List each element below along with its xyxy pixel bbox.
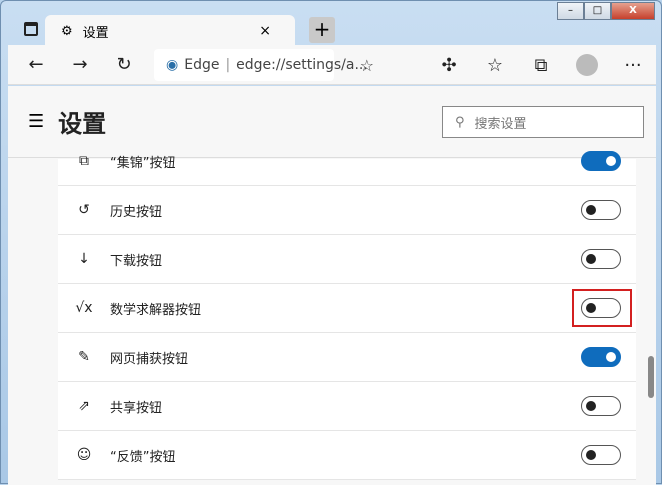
tab-settings[interactable]: ⚙ 设置 × — [45, 15, 295, 47]
search-input[interactable]: ⚲ 搜索设置 — [442, 106, 644, 138]
collections-icon[interactable]: ⧉ — [518, 55, 564, 76]
avatar[interactable] — [576, 54, 598, 76]
toggle-switch[interactable] — [581, 347, 621, 367]
page-title: 设置 — [58, 110, 107, 138]
button-icon: ⇗ — [78, 398, 90, 414]
refresh-icon[interactable]: ↻ — [106, 54, 142, 75]
list-item: ↓ 下载按钮 — [58, 235, 636, 284]
forward-icon[interactable]: → — [62, 54, 98, 75]
menu-icon[interactable]: ☰ — [28, 111, 44, 132]
browser-window: – □ X ⚙ 设置 × + ← → ↻ ◉ Edge | edge://set… — [0, 0, 662, 485]
tab-actions-icon[interactable] — [24, 22, 38, 36]
settings-list: ⧉ “集锦”按钮 ↺ 历史按钮 ↓ 下载按钮 √x 数学求解器按钮 ✎ 网页捕获按钮 ⇗ 共享按钮 ☺ “… — [58, 151, 636, 480]
list-item: ✎ 网页捕获按钮 — [58, 333, 636, 382]
extensions-icon[interactable]: ✣ — [426, 55, 472, 76]
setting-label: “集锦”按钮 — [110, 155, 176, 171]
highlight-box — [572, 289, 632, 327]
search-placeholder: 搜索设置 — [474, 116, 527, 132]
button-icon: ↓ — [78, 251, 90, 267]
scrollbar[interactable] — [648, 356, 654, 398]
button-icon: ⧉ — [79, 153, 89, 169]
button-icon: ☺ — [76, 447, 92, 463]
setting-label: 下载按钮 — [110, 253, 163, 269]
setting-label: 网页捕获按钮 — [110, 351, 189, 367]
back-icon[interactable]: ← — [18, 54, 54, 75]
toggle-switch[interactable] — [581, 396, 621, 416]
brand-label: Edge — [184, 57, 220, 73]
setting-label: “反馈”按钮 — [110, 449, 176, 465]
setting-label: 历史按钮 — [110, 204, 163, 220]
toggle-switch[interactable] — [581, 249, 621, 269]
button-icon: √x — [75, 300, 93, 316]
url-text: edge://settings/a... — [236, 57, 368, 73]
setting-label: 共享按钮 — [110, 400, 163, 416]
tab-title: 设置 — [82, 25, 109, 41]
toggle-switch[interactable] — [581, 445, 621, 465]
address-bar[interactable]: ◉ Edge | edge://settings/a... ☆ — [154, 49, 374, 81]
toggle-switch[interactable] — [581, 200, 621, 220]
gear-icon: ⚙ — [61, 23, 73, 39]
toggle-switch[interactable] — [581, 151, 621, 171]
more-icon[interactable]: ··· — [610, 55, 656, 76]
list-item: ↺ 历史按钮 — [58, 186, 636, 235]
button-icon: ✎ — [78, 349, 90, 365]
list-item: √x 数学求解器按钮 — [58, 284, 636, 333]
favorites-icon[interactable]: ☆ — [472, 55, 518, 76]
list-item: ⇗ 共享按钮 — [58, 382, 636, 431]
list-item: ☺ “反馈”按钮 — [58, 431, 636, 480]
divider: | — [225, 57, 231, 73]
edge-logo-icon: ◉ — [166, 57, 179, 73]
setting-label: 数学求解器按钮 — [110, 302, 202, 318]
search-icon: ⚲ — [455, 114, 465, 130]
close-tab-icon[interactable]: × — [259, 23, 271, 39]
list-item: ⧉ “集锦”按钮 — [58, 137, 636, 186]
add-favorite-icon[interactable]: ☆ — [360, 56, 374, 75]
new-tab-button[interactable]: + — [309, 17, 335, 43]
button-icon: ↺ — [78, 202, 90, 218]
